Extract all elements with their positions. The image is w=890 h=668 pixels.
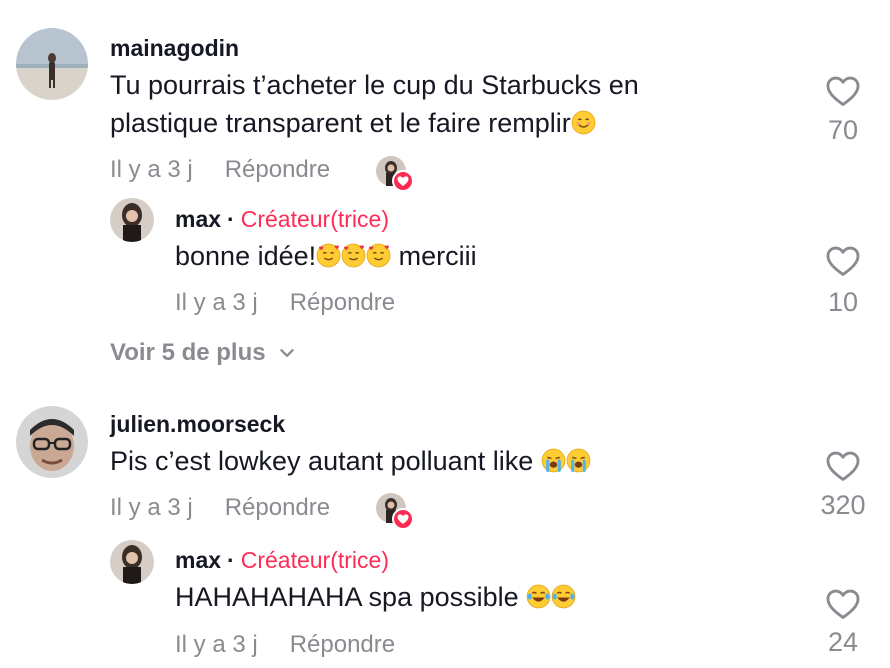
reply-text-part: merciii xyxy=(391,241,477,271)
like-count: 320 xyxy=(820,490,866,520)
tears-of-joy-icon xyxy=(526,584,551,609)
reply-text: HAHAHAHAHA spa possible xyxy=(175,578,576,616)
like-heart-icon[interactable] xyxy=(824,72,862,110)
avatar[interactable] xyxy=(16,28,88,100)
timestamp: Il y a 3 j xyxy=(110,494,193,521)
comment-item: julien.moorseck Pis c’est lowkey autant … xyxy=(0,380,890,668)
like-heart-icon[interactable] xyxy=(824,585,862,623)
creator-badge: Créateur(trice) xyxy=(240,547,389,573)
comment-meta: Il y a 3 j Répondre xyxy=(110,493,330,523)
like-count: 10 xyxy=(827,287,859,317)
chevron-down-icon xyxy=(278,344,296,362)
tears-of-joy-icon xyxy=(551,584,576,609)
username[interactable]: julien.moorseck xyxy=(110,410,285,438)
reply-text-part: bonne idée! xyxy=(175,241,317,271)
smiling-face-icon xyxy=(571,110,596,135)
creator-liked-heart-icon xyxy=(392,508,414,530)
smiling-face-with-hearts-icon xyxy=(366,243,391,268)
username[interactable]: max xyxy=(175,547,221,573)
reply-username: max · Créateur(trice) xyxy=(175,546,389,574)
reply-button[interactable]: Répondre xyxy=(225,494,330,521)
avatar[interactable] xyxy=(110,540,154,584)
reply-text: bonne idée! merciii xyxy=(175,237,477,275)
reply-text-part: HAHAHAHAHA spa possible xyxy=(175,582,527,612)
smiling-face-with-hearts-icon xyxy=(341,243,366,268)
comment-text: Pis c’est lowkey autant polluant like xyxy=(110,442,591,480)
comment-text-line: Tu pourrais t’acheter le cup du Starbuck… xyxy=(110,70,639,100)
reply-meta: Il y a 3 j Répondre xyxy=(175,630,395,660)
reply-meta: Il y a 3 j Répondre xyxy=(175,288,395,318)
creator-badge: Créateur(trice) xyxy=(240,206,389,232)
view-more-label: Voir 5 de plus xyxy=(110,339,266,366)
loudly-crying-face-icon xyxy=(541,448,566,473)
separator: · xyxy=(227,547,235,573)
reply-button[interactable]: Répondre xyxy=(290,289,395,316)
username[interactable]: max xyxy=(175,206,221,232)
timestamp: Il y a 3 j xyxy=(110,156,193,183)
timestamp: Il y a 3 j xyxy=(175,631,258,658)
like-heart-icon[interactable] xyxy=(824,242,862,280)
like-count: 24 xyxy=(827,627,859,657)
comment-item: mainagodin Tu pourrais t’acheter le cup … xyxy=(0,0,890,340)
loudly-crying-face-icon xyxy=(566,448,591,473)
avatar[interactable] xyxy=(16,406,88,478)
comment-text: Tu pourrais t’acheter le cup du Starbuck… xyxy=(110,66,639,142)
view-more-replies-button[interactable]: Voir 5 de plus xyxy=(110,338,296,368)
username[interactable]: mainagodin xyxy=(110,34,239,62)
avatar[interactable] xyxy=(110,198,154,242)
creator-liked-heart-icon xyxy=(392,170,414,192)
reply-button[interactable]: Répondre xyxy=(225,156,330,183)
separator: · xyxy=(227,206,235,232)
reply-button[interactable]: Répondre xyxy=(290,631,395,658)
timestamp: Il y a 3 j xyxy=(175,289,258,316)
comment-text-part: Pis c’est lowkey autant polluant like xyxy=(110,446,541,476)
like-heart-icon[interactable] xyxy=(824,447,862,485)
smiling-face-with-hearts-icon xyxy=(316,243,341,268)
reply-username: max · Créateur(trice) xyxy=(175,205,389,233)
comment-text-line: plastique transparent et le faire rempli… xyxy=(110,108,571,138)
like-count: 70 xyxy=(827,115,859,145)
comment-meta: Il y a 3 j Répondre xyxy=(110,155,330,185)
